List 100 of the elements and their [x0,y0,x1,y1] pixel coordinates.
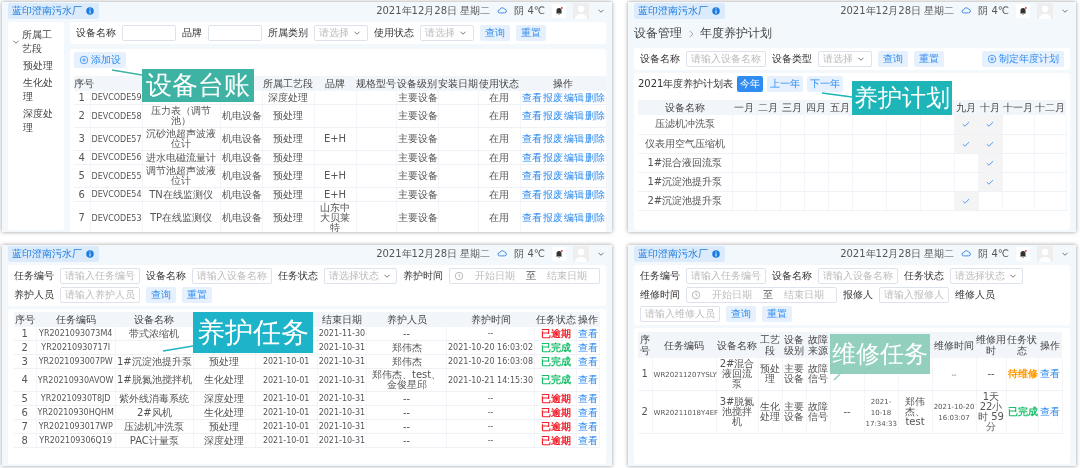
action-link[interactable]: 删除 [584,152,605,163]
action-link[interactable]: 查看 [521,189,542,200]
site-tag[interactable]: 蓝印澄南污水厂 [8,246,99,262]
input-field[interactable]: 请输入报修人 [879,287,949,303]
action-link[interactable]: 删除 [584,92,605,103]
filter-button[interactable]: 重置 [914,51,944,67]
plan-cell[interactable] [954,115,978,134]
plan-cell[interactable] [886,115,920,134]
site-tag[interactable]: 蓝印澄南污水厂 [8,3,99,19]
action-link[interactable]: 报废 [542,134,563,144]
filter-button[interactable]: 重置 [516,25,546,41]
action-link[interactable]: 编辑 [563,134,584,144]
action-link[interactable]: 查看 [1040,369,1060,379]
action-link[interactable]: 查看 [521,152,542,163]
year-button[interactable]: 上一年 [767,76,804,92]
column-header: 操作 [1040,339,1060,351]
action-link[interactable]: 报废 [542,213,563,223]
site-tag[interactable]: 蓝印澄南污水厂 [634,246,725,262]
action-link[interactable]: 查看 [578,421,598,432]
action-link[interactable]: 编辑 [563,111,584,121]
plan-button[interactable]: 制定年度计划 [982,51,1064,67]
plan-cell[interactable] [852,115,886,134]
action-link[interactable]: 报废 [542,189,563,200]
action-link[interactable]: 查看 [578,435,598,446]
action-link[interactable]: 报废 [542,152,563,163]
input-field[interactable]: 请输入设备名称 [818,268,898,284]
action-link[interactable]: 删除 [584,189,605,200]
action-link[interactable]: 查看 [521,111,542,121]
tree-item[interactable]: 所属工艺段 [22,28,61,56]
action-link[interactable]: 查看 [578,393,598,404]
notification-button[interactable] [552,4,566,18]
filter-label: 设备名称 [772,269,812,283]
action-link[interactable]: 编辑 [563,171,584,181]
input-field[interactable]: 请输入任务编号 [686,268,766,284]
table-cell: 压力表（调节池） [151,105,211,126]
avatar-icon[interactable] [573,246,589,262]
action-link[interactable]: 删除 [584,134,605,144]
filter-button[interactable]: 查询 [878,51,908,67]
action-link[interactable]: 查看 [521,134,542,144]
select-field[interactable]: 请选择状态 [950,268,1023,284]
input-field[interactable]: 请输入任务编号 [60,268,140,284]
table-cell: 7 [78,212,85,223]
table-cell: 2021-10-31 [318,375,366,385]
action-link[interactable]: 报废 [542,171,563,181]
action-link[interactable]: 删除 [584,111,605,121]
filter-button[interactable]: 重置 [762,306,792,322]
tree-item[interactable]: 深度处理 [11,107,61,135]
avatar-icon[interactable] [1037,246,1053,262]
site-tag[interactable]: 蓝印澄南污水厂 [634,3,725,19]
input-field[interactable]: 请输入维修人员 [640,306,720,322]
select-field[interactable]: 请选择状态 [324,268,397,284]
column-header: 设备级别 [784,334,804,356]
input-field[interactable]: 请输入设备名称 [192,268,272,284]
action-link[interactable]: 删除 [584,171,605,181]
plan-cell[interactable] [978,115,1002,134]
input-field[interactable] [122,25,176,41]
tree-item[interactable]: 生化处理 [11,76,61,104]
action-link[interactable]: 查看 [1040,407,1060,417]
action-link[interactable]: 编辑 [563,92,584,103]
notification-button[interactable] [1016,247,1030,261]
check-icon [985,119,995,130]
filter-button[interactable]: 查询 [480,25,510,41]
year-button[interactable]: 下一年 [807,76,844,92]
filter-button[interactable]: 查询 [726,306,756,322]
input-field[interactable]: 请输入设备名称 [686,51,766,67]
avatar-icon[interactable] [573,3,589,19]
action-link[interactable]: 查看 [521,213,542,223]
action-link[interactable]: 查看 [578,356,598,367]
action-link[interactable]: 报废 [542,92,563,103]
plan-cell[interactable] [828,115,852,134]
add-button[interactable]: 添加设 [74,52,126,68]
notification-button[interactable] [1016,4,1030,18]
plan-cell[interactable] [920,115,954,134]
action-link[interactable]: 查看 [578,328,598,339]
avatar-icon[interactable] [1037,3,1053,19]
column-header: 任务状态 [1007,334,1037,356]
action-link[interactable]: 编辑 [563,213,584,223]
column-header: 操作 [553,78,573,89]
select-field[interactable]: 请选择 [818,51,872,67]
action-link[interactable]: 查看 [521,171,542,181]
select-field[interactable]: 请选择 [314,25,368,41]
action-link[interactable]: 查看 [578,375,598,385]
input-field[interactable] [208,25,262,41]
action-link[interactable]: 编辑 [563,189,584,200]
table-cell: 1#脱氮池搅拌机 [116,374,192,385]
breadcrumb-link[interactable]: 设备管理 [634,25,682,42]
action-link[interactable]: 报废 [542,111,563,121]
action-link[interactable]: 查看 [521,92,542,103]
column-header: 所属工艺段 [263,78,313,89]
year-button[interactable]: 今年 [737,76,764,92]
action-link[interactable]: 编辑 [563,152,584,163]
action-link[interactable]: 删除 [584,213,605,223]
tree-item[interactable]: 预处理 [11,59,61,73]
column-header: 养护人员 [386,314,427,325]
action-link[interactable]: 查看 [578,342,598,353]
select-field[interactable]: 请选择 [420,25,474,41]
notification-button[interactable] [552,247,566,261]
filter-button[interactable]: 查询 [146,287,176,303]
action-link[interactable]: 查看 [578,407,598,418]
filter-button[interactable]: 重置 [182,287,212,303]
